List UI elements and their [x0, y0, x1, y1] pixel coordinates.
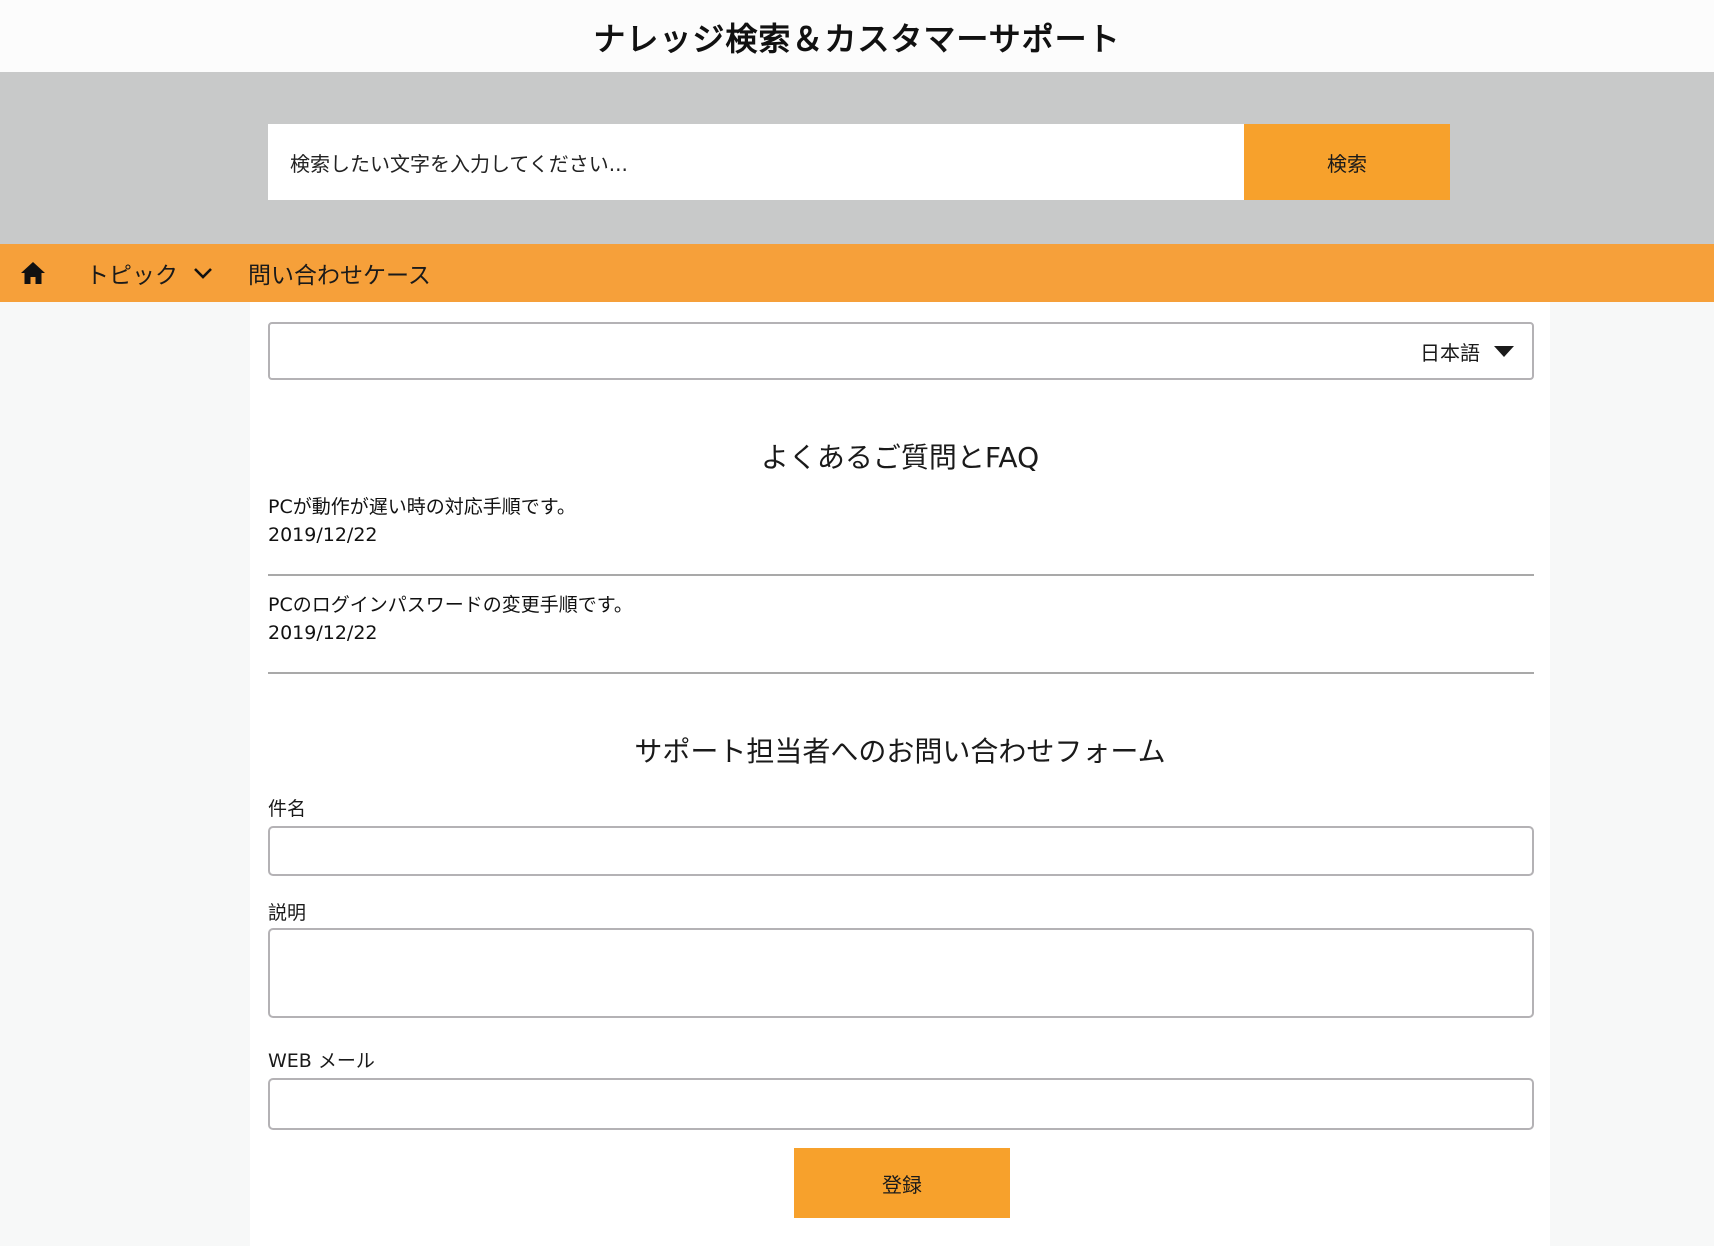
- subject-field[interactable]: [268, 826, 1534, 876]
- description-field[interactable]: [268, 928, 1534, 1018]
- email-label: WEB メール: [268, 1050, 375, 1072]
- home-icon[interactable]: [18, 258, 48, 288]
- faq-item-title: PCが動作が遅い時の対応手順です。: [268, 496, 576, 518]
- faq-title: よくあるご質問とFAQ: [760, 441, 1040, 474]
- search-input[interactable]: 検索したい文字を入力してください...: [268, 124, 1244, 200]
- site-header: ナレッジ検索＆カスタマーサポート: [0, 0, 1714, 72]
- nav-topic-label: トピック: [86, 263, 178, 289]
- faq-item[interactable]: PCが動作が遅い時の対応手順です。 2019/12/22: [268, 478, 1534, 576]
- subject-label: 件名: [268, 798, 307, 820]
- language-select[interactable]: 日本語: [268, 322, 1534, 380]
- main-content: 日本語 よくあるご質問とFAQ PCが動作が遅い時の対応手順です。 2019/1…: [250, 302, 1550, 1246]
- submit-button[interactable]: 登録: [794, 1148, 1010, 1218]
- site-title: ナレッジ検索＆カスタマーサポート: [593, 20, 1121, 58]
- language-selected: 日本語: [1420, 340, 1480, 365]
- faq-item-title: PCのログインパスワードの変更手順です。: [268, 594, 633, 616]
- faq-item[interactable]: PCのログインパスワードの変更手順です。 2019/12/22: [268, 576, 1534, 674]
- faq-item-date: 2019/12/22: [268, 622, 378, 644]
- chevron-down-icon: [192, 262, 214, 284]
- faq-item-date: 2019/12/22: [268, 524, 378, 546]
- nav-cases[interactable]: 問い合わせケース: [248, 244, 431, 302]
- search-band: 検索したい文字を入力してください... 検索: [0, 72, 1714, 244]
- form-title: サポート担当者へのお問い合わせフォーム: [634, 735, 1166, 768]
- nav-bar: トピック 問い合わせケース: [0, 244, 1714, 302]
- caret-down-icon: [1494, 345, 1514, 357]
- nav-topic[interactable]: トピック: [86, 244, 214, 302]
- email-field[interactable]: [268, 1078, 1534, 1130]
- search-button[interactable]: 検索: [1244, 124, 1450, 200]
- description-label: 説明: [268, 902, 307, 924]
